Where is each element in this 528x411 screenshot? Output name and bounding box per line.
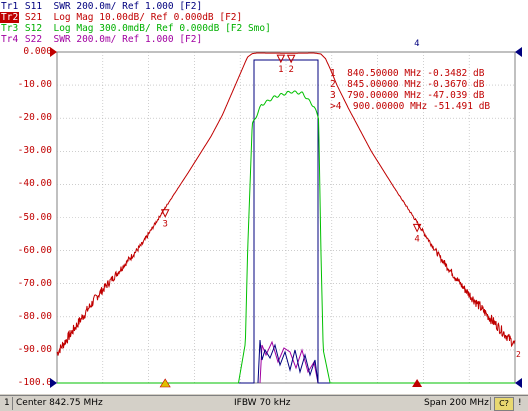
marker-readout-3: 3 790.00000 MHz -47.039 dB [330, 90, 485, 101]
marker-readout-4: >4 900.00000 MHz -51.491 dB [330, 101, 491, 112]
frequency-span[interactable]: Span 200 MHz [424, 396, 489, 411]
calibration-status-badge[interactable]: C? [494, 397, 514, 411]
right-ref-arrow [515, 47, 522, 57]
if-bandwidth[interactable]: IFBW 70 kHz [234, 396, 290, 411]
marker-readout-2: 2 845.00000 MHz -0.3670 dB [330, 79, 485, 90]
channel-number: 1 [4, 398, 10, 408]
edge-label: 2 [516, 350, 521, 359]
warning-indicator: ! [518, 398, 522, 408]
marker-triangle [276, 54, 286, 64]
center-frequency[interactable]: Center 842.75 MHz [16, 396, 103, 411]
left-ref-arrow [50, 47, 57, 57]
marker-label: 4 [414, 234, 419, 244]
analyzer-screen: Tr1 S11 SWR 200.0m/ Ref 1.000 [F2] Tr2 S… [0, 0, 528, 394]
measurement-plot[interactable]: 1 234 42 [0, 0, 528, 394]
marker-triangle [160, 209, 170, 218]
status-bar: 1 Center 842.75 MHz IFBW 70 kHz Span 200… [0, 395, 528, 411]
left-ref-arrow [50, 378, 57, 388]
marker-label: 3 [162, 220, 167, 230]
marker-readout-1: 1 840.50000 MHz -0.3482 dB [330, 68, 485, 79]
edge-label: 4 [414, 39, 419, 49]
marker-label: 1 [278, 65, 283, 75]
trace-s12-line [57, 90, 515, 384]
right-ref-arrow [515, 378, 522, 388]
marker-triangle [286, 54, 296, 64]
marker-label: 2 [288, 65, 293, 75]
marker-triangle [412, 223, 422, 233]
